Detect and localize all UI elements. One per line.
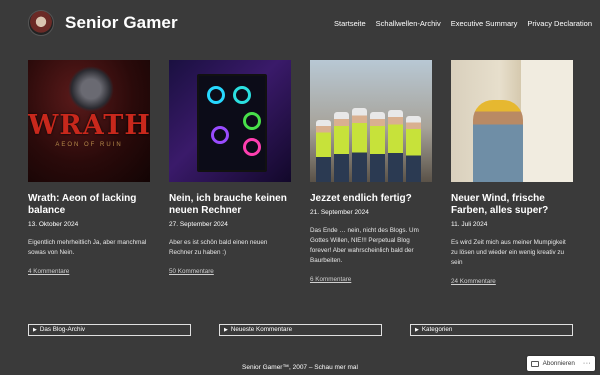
nav-item-privacy-declaration[interactable]: Privacy Declaration xyxy=(527,19,592,28)
post-title[interactable]: Neuer Wind, frische Farben, alles super? xyxy=(451,193,573,217)
site-logo[interactable] xyxy=(28,10,54,36)
widget-recent-comments[interactable]: ▶ Neueste Kommentare xyxy=(219,324,382,336)
worker-figure xyxy=(370,112,385,182)
post-thumbnail[interactable] xyxy=(310,60,432,182)
site-footer: Senior Gamer™, 2007 – Schau mer mal xyxy=(242,364,358,371)
triangle-right-icon: ▶ xyxy=(33,327,37,333)
widget-label: Kategorien xyxy=(421,326,453,333)
pc-case xyxy=(197,74,267,172)
rgb-fan xyxy=(243,112,261,130)
worker-figure xyxy=(334,112,349,182)
rgb-fan xyxy=(211,126,229,144)
post-thumbnail[interactable] xyxy=(169,60,291,182)
post-excerpt: Das Ende … nein, nicht des Blogs. Um Got… xyxy=(310,227,419,264)
rgb-fan xyxy=(233,86,251,104)
post-excerpt: Es wird Zeit mich aus meiner Mumpigkeit … xyxy=(451,239,566,266)
post-excerpt: Eigentlich mehrheitlich Ja, aber manchma… xyxy=(28,239,147,256)
worker-figure xyxy=(388,110,403,182)
widget-blog-archive[interactable]: ▶ Das Blog-Archiv xyxy=(28,324,191,336)
site-title[interactable]: Senior Gamer xyxy=(65,13,178,33)
post-comments-link[interactable]: 4 Kommentare xyxy=(28,268,69,275)
triangle-right-icon: ▶ xyxy=(415,327,419,333)
nav-item-schallwellen-archiv[interactable]: Schallwellen-Archiv xyxy=(376,19,441,28)
post-card: Neuer Wind, frische Farben, alles super?… xyxy=(451,60,573,288)
post-comments-link[interactable]: 50 Kommentare xyxy=(169,268,214,275)
widget-label: Das Blog-Archiv xyxy=(39,326,86,333)
widget-categories[interactable]: ▶ Kategorien xyxy=(410,324,573,336)
post-date: 27. September 2024 xyxy=(169,221,228,228)
post-card: Nein, ich brauche keinen neuen Rechner 2… xyxy=(169,60,291,288)
rgb-fan xyxy=(207,86,225,104)
rgb-fan xyxy=(243,138,261,156)
post-thumbnail[interactable]: WRATH AEON OF RUIN xyxy=(28,60,150,182)
post-card: Jezzet endlich fertig? 21. September 202… xyxy=(310,60,432,288)
nav-item-executive-summary[interactable]: Executive Summary xyxy=(451,19,518,28)
triangle-right-icon: ▶ xyxy=(224,327,228,333)
game-logo-text: WRATH xyxy=(28,110,150,141)
post-date: 11. Juli 2024 xyxy=(451,221,488,228)
nav-item-startseite[interactable]: Startseite xyxy=(334,19,366,28)
post-grid: WRATH AEON OF RUIN Wrath: Aeon of lackin… xyxy=(28,60,573,288)
post-thumbnail[interactable] xyxy=(451,60,573,182)
footer-widgets: ▶ Das Blog-Archiv ▶ Neueste Kommentare ▶… xyxy=(28,324,573,336)
post-excerpt: Aber es ist schön bald einen neuen Rechn… xyxy=(169,239,268,256)
post-title[interactable]: Wrath: Aeon of lacking balance xyxy=(28,193,150,217)
worker-figure xyxy=(406,116,421,182)
post-comments-link[interactable]: 24 Kommentare xyxy=(451,278,496,285)
subscribe-button[interactable]: Abonnieren ··· xyxy=(527,356,595,371)
post-comments-link[interactable]: 6 Kommentare xyxy=(310,276,351,283)
post-card: WRATH AEON OF RUIN Wrath: Aeon of lackin… xyxy=(28,60,150,288)
post-date: 13. Oktober 2024 xyxy=(28,221,79,228)
site-header: Senior Gamer Startseite Schallwellen-Arc… xyxy=(28,9,592,37)
game-logo-subtitle: AEON OF RUIN xyxy=(55,142,123,148)
reader-icon xyxy=(530,360,539,367)
more-icon[interactable]: ··· xyxy=(583,360,592,367)
painted-wall xyxy=(521,60,573,182)
creature-figure xyxy=(68,66,114,112)
worker-figure xyxy=(352,108,367,182)
worker-figure xyxy=(316,120,331,182)
post-date: 21. September 2024 xyxy=(310,209,369,216)
widget-label: Neueste Kommentare xyxy=(230,326,293,333)
main-nav: Startseite Schallwellen-Archiv Executive… xyxy=(334,19,592,28)
post-title[interactable]: Jezzet endlich fertig? xyxy=(310,193,432,205)
subscribe-label: Abonnieren xyxy=(542,360,575,367)
post-title[interactable]: Nein, ich brauche keinen neuen Rechner xyxy=(169,193,291,217)
painter-figure xyxy=(473,100,523,182)
